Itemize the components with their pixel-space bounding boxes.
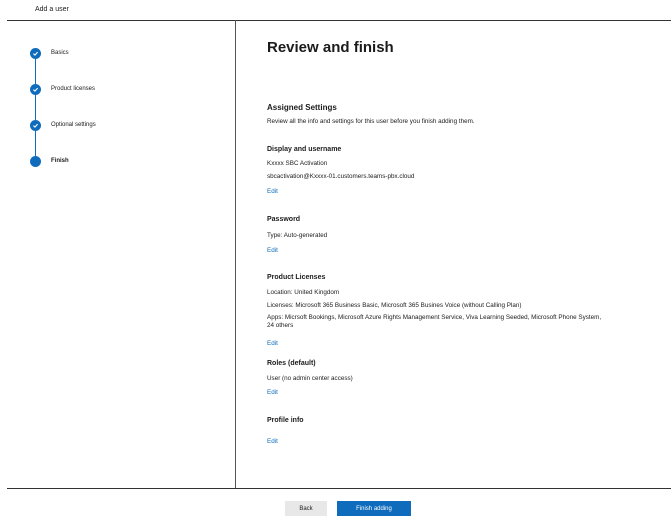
step-label: Optional settings: [51, 122, 96, 128]
step-product-licenses[interactable]: Product licenses: [30, 84, 220, 98]
step-optional-settings[interactable]: Optional settings: [30, 120, 220, 134]
step-finish[interactable]: Finish: [30, 156, 220, 170]
footer-divider: [7, 488, 671, 489]
step-connector: [35, 95, 36, 120]
edit-roles-link[interactable]: Edit: [267, 389, 278, 396]
header-divider: [7, 20, 671, 21]
display-heading: Display and username: [267, 146, 342, 153]
edit-display-link[interactable]: Edit: [267, 188, 278, 195]
back-button[interactable]: Back: [285, 501, 327, 516]
step-label: Product licenses: [51, 86, 96, 92]
edit-licenses-link[interactable]: Edit: [267, 340, 278, 347]
assigned-settings-heading: Assigned Settings: [267, 103, 337, 112]
edit-password-link[interactable]: Edit: [267, 247, 278, 254]
roles-heading: Roles (default): [267, 360, 316, 367]
licenses-value: Licenses: Microsoft 365 Business Basic, …: [267, 302, 522, 309]
step-connector: [35, 59, 36, 84]
panel-divider: [235, 20, 236, 489]
location-value: Location: United Kingdom: [267, 289, 340, 296]
apps-value: Apps: Micrsoft Bookings, Microsoft Azure…: [267, 314, 602, 329]
roles-value: User (no admin center access): [267, 375, 353, 382]
page-header-title: Add a user: [35, 6, 69, 13]
step-connector: [35, 131, 36, 156]
checkmark-icon: [30, 120, 41, 131]
checkmark-icon: [30, 48, 41, 59]
finish-adding-button[interactable]: Finish adding: [337, 501, 411, 516]
licenses-heading: Product Licenses: [267, 274, 326, 281]
edit-profile-link[interactable]: Edit: [267, 438, 278, 445]
checkmark-icon: [30, 84, 41, 95]
step-basics[interactable]: Basics: [30, 48, 220, 62]
profile-heading: Profile info: [267, 417, 304, 424]
password-heading: Password: [267, 216, 301, 223]
display-name-value: Kxxxx SBC Activation: [267, 160, 328, 167]
step-label: Basics: [51, 50, 69, 56]
username-value: sbcactivation@Kxxxx-01.customers.teams-p…: [267, 173, 415, 180]
page-title: Review and finish: [267, 39, 394, 56]
step-label: Finish: [51, 158, 69, 164]
assigned-settings-description: Review all the info and settings for thi…: [267, 118, 475, 125]
current-step-icon: [30, 156, 41, 167]
password-type-value: Type: Auto-generated: [267, 232, 328, 239]
